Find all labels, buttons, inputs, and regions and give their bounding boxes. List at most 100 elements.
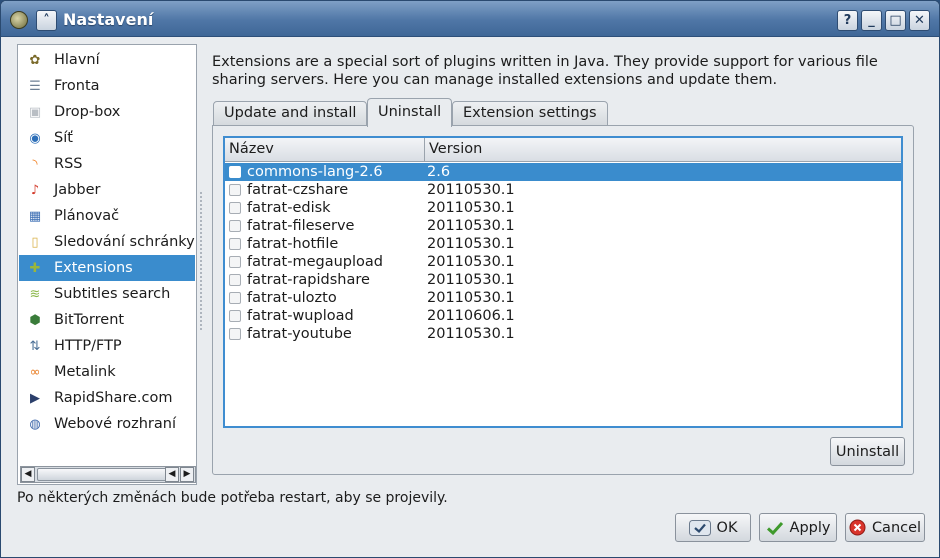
extension-name-cell: fatrat-ulozto	[247, 290, 337, 306]
row-checkbox[interactable]	[229, 292, 241, 304]
sidebar-item-pl-nova-[interactable]: ▦ Plánovač	[19, 203, 195, 229]
shade-button[interactable]: ˄	[36, 10, 57, 31]
extension-version-cell: 20110530.1	[427, 218, 515, 234]
scroll-right-arrow-icon[interactable]: ▶	[180, 467, 194, 482]
table-row[interactable]: fatrat-megaupload 20110530.1	[225, 253, 901, 271]
sidebar-item-extensions[interactable]: ✚ Extensions	[19, 255, 195, 281]
cancel-icon	[849, 519, 866, 536]
general-icon: ✿	[29, 52, 41, 68]
sidebar-item-fronta[interactable]: ☰ Fronta	[19, 73, 195, 99]
extension-version-cell: 20110530.1	[427, 182, 515, 198]
table-rows: commons-lang-2.6 2.6 fatrat-czshare 2011053…	[225, 163, 901, 343]
tab-uninstall[interactable]: Uninstall	[367, 98, 453, 127]
close-button[interactable]: ✕	[909, 10, 930, 31]
extension-name-cell: fatrat-hotfile	[247, 236, 339, 252]
cancel-label: Cancel	[871, 519, 922, 536]
table-row[interactable]: fatrat-czshare 20110530.1	[225, 181, 901, 199]
minimize-button[interactable]: _	[861, 10, 882, 31]
restart-notice: Po některých změnách bude potřeba restar…	[17, 490, 448, 506]
clipboard-icon: ▯	[31, 234, 39, 250]
extension-name-cell: fatrat-megaupload	[247, 254, 383, 270]
row-checkbox[interactable]	[229, 310, 241, 322]
title-bar[interactable]: ˄ Nastavení ? _ □ ✕	[1, 1, 939, 37]
settings-window: ˄ Nastavení ? _ □ ✕ ✿ Hlavní ☰ Fronta ▣ Drop-…	[0, 0, 940, 558]
sidebar-item-label: Metalink	[54, 364, 116, 380]
apply-label: Apply	[789, 519, 831, 536]
sidebar-item-hlavn-[interactable]: ✿ Hlavní	[19, 47, 195, 73]
sidebar-item-webov-rozhran-[interactable]: ◍ Webové rozhraní	[19, 411, 195, 437]
extensions-table[interactable]: Název Version commons-lang-2.6 2.6 fatrat-…	[223, 136, 903, 428]
extension-version-cell: 20110530.1	[427, 326, 515, 342]
sidebar-item-label: Plánovač	[54, 208, 120, 224]
row-checkbox[interactable]	[229, 256, 241, 268]
scroll-left-arrow-icon[interactable]: ◀	[21, 467, 35, 482]
horizontal-scrollbar[interactable]: ◀ ◀ ▶	[20, 466, 196, 483]
sidebar-item-sledov-n-schr-nky[interactable]: ▯ Sledování schránky	[19, 229, 195, 255]
extension-name-cell: fatrat-youtube	[247, 326, 352, 342]
table-row[interactable]: fatrat-ulozto 20110530.1	[225, 289, 901, 307]
scroll-left-arrow-icon-2[interactable]: ◀	[165, 467, 179, 482]
extension-version-cell: 20110530.1	[427, 254, 515, 270]
settings-category-list[interactable]: ✿ Hlavní ☰ Fronta ▣ Drop-box ◉ Síť ◝ RSS ♪ Jabber ▦ P…	[17, 44, 197, 485]
sidebar-item-subtitles-search[interactable]: ≋ Subtitles search	[19, 281, 195, 307]
apply-button[interactable]: Apply	[759, 513, 837, 542]
row-checkbox[interactable]	[229, 238, 241, 250]
tab-extension-settings[interactable]: Extension settings	[452, 101, 608, 126]
table-row[interactable]: fatrat-fileserve 20110530.1	[225, 217, 901, 235]
calendar-icon: ▦	[28, 208, 42, 224]
sidebar-item-label: Extensions	[54, 260, 133, 276]
sidebar-item-label: Hlavní	[54, 52, 100, 68]
sidebar-item-label: Síť	[54, 130, 73, 146]
rapidshare-icon: ▶	[30, 390, 40, 406]
splitter-handle[interactable]	[199, 191, 203, 331]
row-checkbox[interactable]	[229, 184, 241, 196]
extension-version-cell: 20110606.1	[427, 308, 515, 324]
sidebar-item-label: Webové rozhraní	[54, 416, 176, 432]
sidebar-item-metalink[interactable]: ∞ Metalink	[19, 359, 195, 385]
sidebar-item-label: RapidShare.com	[54, 390, 173, 406]
ok-button[interactable]: OK	[675, 513, 751, 542]
column-header-version[interactable]: Version	[425, 138, 482, 162]
tab-update-and-install[interactable]: Update and install	[213, 101, 368, 126]
table-row[interactable]: fatrat-wupload 20110606.1	[225, 307, 901, 325]
uninstall-button[interactable]: Uninstall	[830, 437, 905, 466]
sidebar-item-jabber[interactable]: ♪ Jabber	[19, 177, 195, 203]
table-row[interactable]: fatrat-youtube 20110530.1	[225, 325, 901, 343]
metalink-icon: ∞	[29, 364, 41, 380]
sidebar-item-rss[interactable]: ◝ RSS	[19, 151, 195, 177]
puzzle-icon: ✚	[29, 260, 41, 276]
row-checkbox[interactable]	[229, 166, 241, 178]
table-row[interactable]: fatrat-hotfile 20110530.1	[225, 235, 901, 253]
column-header-name[interactable]: Název	[225, 138, 274, 162]
checkmark-icon	[766, 520, 784, 536]
row-checkbox[interactable]	[229, 202, 241, 214]
queue-icon: ☰	[29, 78, 41, 94]
sidebar-item-bittorrent[interactable]: ⬢ BitTorrent	[19, 307, 195, 333]
sidebar-item-s-[interactable]: ◉ Síť	[19, 125, 195, 151]
uninstall-panel: Název Version commons-lang-2.6 2.6 fatrat-…	[212, 125, 914, 475]
scrollbar-thumb[interactable]	[37, 468, 167, 481]
table-header: Název Version	[225, 138, 901, 162]
sidebar-item-label: Jabber	[54, 182, 101, 198]
extension-name-cell: fatrat-czshare	[247, 182, 349, 198]
table-row[interactable]: commons-lang-2.6 2.6	[225, 163, 901, 181]
help-button[interactable]: ?	[837, 10, 858, 31]
sidebar-item-label: BitTorrent	[54, 312, 125, 328]
cancel-button[interactable]: Cancel	[845, 513, 925, 542]
network-globe-icon: ◉	[29, 130, 41, 146]
row-checkbox[interactable]	[229, 274, 241, 286]
web-interface-icon: ◍	[29, 416, 41, 432]
sidebar-item-label: Sledování schránky	[54, 234, 195, 250]
table-row[interactable]: fatrat-rapidshare 20110530.1	[225, 271, 901, 289]
row-checkbox[interactable]	[229, 328, 241, 340]
category-items: ✿ Hlavní ☰ Fronta ▣ Drop-box ◉ Síť ◝ RSS ♪ Jabber ▦ P…	[19, 47, 195, 437]
sidebar-item-http-ftp[interactable]: ⇅ HTTP/FTP	[19, 333, 195, 359]
extension-version-cell: 20110530.1	[427, 236, 515, 252]
extensions-description: Extensions are a special sort of plugins…	[212, 54, 878, 88]
row-checkbox[interactable]	[229, 220, 241, 232]
maximize-button[interactable]: □	[885, 10, 906, 31]
sidebar-item-drop-box[interactable]: ▣ Drop-box	[19, 99, 195, 125]
sidebar-item-rapidshare-com[interactable]: ▶ RapidShare.com	[19, 385, 195, 411]
table-row[interactable]: fatrat-edisk 20110530.1	[225, 199, 901, 217]
app-icon[interactable]	[10, 11, 28, 29]
